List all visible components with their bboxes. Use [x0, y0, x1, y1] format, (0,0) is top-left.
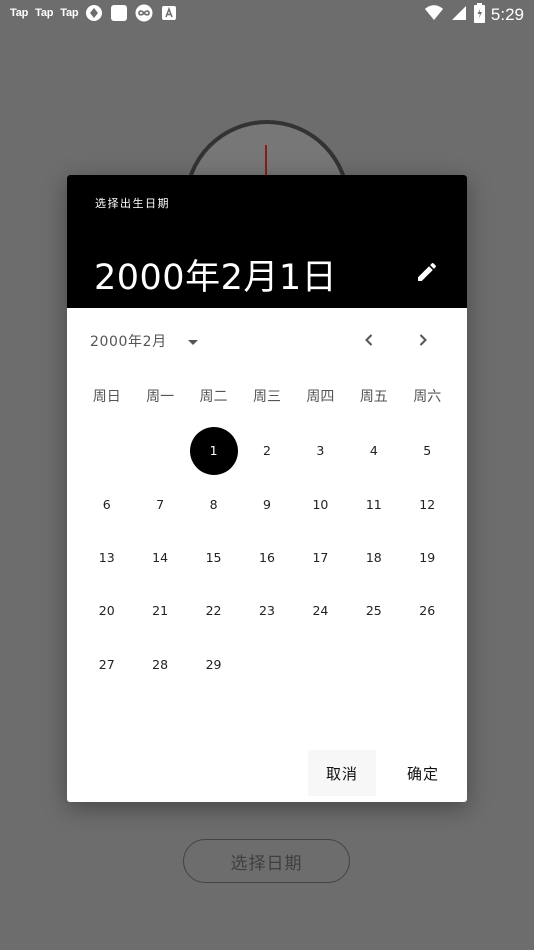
calendar-day[interactable]: 12 — [401, 477, 454, 530]
calendar-day[interactable]: 10 — [294, 477, 347, 530]
calendar-day[interactable]: 8 — [187, 477, 240, 530]
confirm-button[interactable]: 确定 — [389, 750, 457, 796]
calendar-day[interactable]: 9 — [240, 477, 293, 530]
calendar-day[interactable]: 15 — [187, 531, 240, 584]
calendar-week: 20 21 22 23 24 25 26 — [80, 584, 454, 637]
calendar-day[interactable]: 6 — [80, 477, 133, 530]
calendar-day[interactable]: 25 — [347, 584, 400, 637]
weekday-label: 周一 — [146, 389, 175, 405]
dropdown-arrow-icon[interactable] — [185, 333, 201, 345]
weekday-label: 周六 — [413, 389, 442, 405]
weekday-label: 周日 — [92, 389, 121, 405]
calendar-day[interactable]: 28 — [133, 638, 186, 691]
calendar-day-selected[interactable]: 1 — [187, 424, 240, 477]
calendar-day-empty — [401, 638, 454, 691]
calendar-day-empty — [133, 424, 186, 477]
calendar-day[interactable]: 20 — [80, 584, 133, 637]
clock-time: 5:29 — [490, 5, 524, 24]
taptap-icon: Tap — [35, 7, 54, 19]
clock-hand — [265, 145, 267, 177]
calendar-day[interactable]: 17 — [294, 531, 347, 584]
edit-icon[interactable] — [415, 260, 439, 284]
calendar-day[interactable]: 5 — [401, 424, 454, 477]
calendar-day[interactable]: 2 — [240, 424, 293, 477]
weekday-header: 周日 周一 周二 周三 周四 周五 周六 — [80, 386, 454, 406]
calendar-day[interactable]: 3 — [294, 424, 347, 477]
wifi-icon — [424, 4, 444, 26]
system-icons: 5:29 — [424, 3, 524, 27]
calendar-day[interactable]: 7 — [133, 477, 186, 530]
battery-icon — [473, 3, 485, 27]
weekday-label: 周五 — [359, 389, 388, 405]
weekday-label: 周二 — [199, 389, 228, 405]
calendar-week: 6 7 8 9 10 11 12 — [80, 477, 454, 530]
taptap-icon: Tap — [60, 7, 79, 19]
white-square-icon — [110, 4, 128, 22]
infinity-icon — [135, 4, 153, 22]
pick-date-button[interactable]: 选择日期 — [183, 839, 350, 883]
status-bar: Tap Tap Tap 5:29 — [0, 0, 534, 28]
app-icon — [85, 4, 103, 22]
calendar-grid: 1 2 3 4 5 6 7 8 9 10 11 12 13 14 15 16 1… — [80, 424, 454, 691]
dialog-header: 选择出生日期 2000年2月1日 — [67, 175, 467, 308]
chevron-right-icon[interactable] — [411, 328, 435, 352]
calendar-day[interactable]: 13 — [80, 531, 133, 584]
month-selector-row: 2000年2月 — [67, 308, 467, 368]
calendar-day-empty — [347, 638, 400, 691]
date-picker-dialog: 选择出生日期 2000年2月1日 2000年2月 周日 周一 周二 周三 周四 … — [67, 175, 467, 802]
calendar-week: 27 28 29 — [80, 638, 454, 691]
notification-icons: Tap Tap Tap — [10, 4, 178, 22]
dialog-actions: 取消 确定 — [67, 750, 467, 796]
calendar-day[interactable]: 16 — [240, 531, 293, 584]
calendar-day[interactable]: 11 — [347, 477, 400, 530]
weekday-label: 周三 — [252, 389, 281, 405]
weekday-label: 周四 — [306, 389, 335, 405]
calendar-day[interactable]: 14 — [133, 531, 186, 584]
taptap-icon: Tap — [10, 7, 29, 19]
calendar-day-empty — [240, 638, 293, 691]
month-year-label[interactable]: 2000年2月 — [90, 331, 167, 351]
calendar-day-empty — [294, 638, 347, 691]
calendar-day[interactable]: 29 — [187, 638, 240, 691]
calendar-day-empty — [80, 424, 133, 477]
calendar-day[interactable]: 27 — [80, 638, 133, 691]
calendar-day[interactable]: 18 — [347, 531, 400, 584]
font-a-icon — [160, 4, 178, 22]
calendar-week: 13 14 15 16 17 18 19 — [80, 531, 454, 584]
calendar-day[interactable]: 22 — [187, 584, 240, 637]
chevron-left-icon[interactable] — [357, 328, 381, 352]
signal-icon — [450, 4, 468, 26]
calendar-day[interactable]: 24 — [294, 584, 347, 637]
calendar-day[interactable]: 4 — [347, 424, 400, 477]
calendar-day[interactable]: 26 — [401, 584, 454, 637]
dialog-subtitle: 选择出生日期 — [95, 197, 170, 210]
selected-date-display: 2000年2月1日 — [94, 258, 338, 298]
cancel-button[interactable]: 取消 — [308, 750, 376, 796]
calendar-day[interactable]: 19 — [401, 531, 454, 584]
calendar-day[interactable]: 23 — [240, 584, 293, 637]
calendar-week: 1 2 3 4 5 — [80, 424, 454, 477]
calendar-day[interactable]: 21 — [133, 584, 186, 637]
